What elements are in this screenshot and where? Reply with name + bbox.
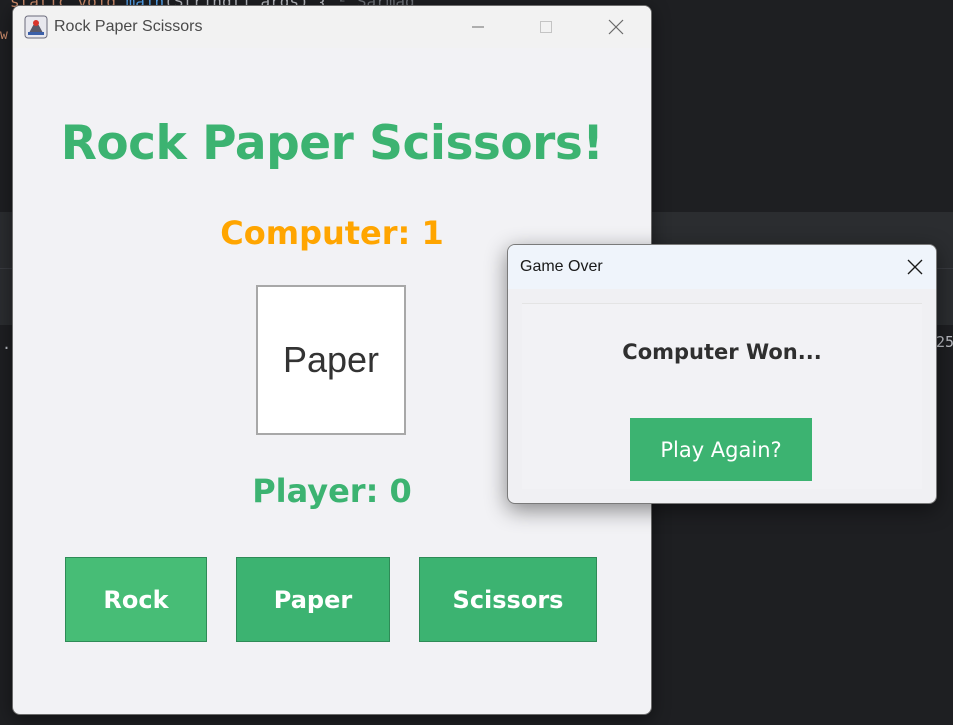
ide-side-letter: w [0,28,8,43]
game-over-dialog: Game Over Computer Won... Play Again? [507,244,937,504]
close-icon [608,19,624,35]
ide-right-number: 25 [936,333,953,351]
rock-button[interactable]: Rock [65,557,207,642]
close-button[interactable] [593,6,639,48]
computer-choice-box: Paper [256,285,406,435]
game-title: Rock Paper Scissors! [60,116,604,171]
dialog-close-button[interactable] [894,245,936,289]
maximize-icon [540,21,552,33]
minimize-icon [472,26,484,28]
ide-left-mark: . [2,335,12,353]
play-again-button[interactable]: Play Again? [630,418,812,481]
minimize-button[interactable] [455,6,501,48]
close-icon [907,259,923,275]
dialog-message: Computer Won... [622,340,822,364]
dialog-title: Game Over [520,258,603,275]
dialog-content: Computer Won... Play Again? [522,303,922,489]
java-app-icon [24,15,48,39]
computer-choice-label: Paper [282,339,380,380]
scissors-button[interactable]: Scissors [419,557,597,642]
main-titlebar[interactable]: Rock Paper Scissors [13,6,651,48]
window-title: Rock Paper Scissors [54,18,203,35]
maximize-button[interactable] [523,6,569,48]
paper-button[interactable]: Paper [236,557,390,642]
dialog-titlebar[interactable]: Game Over [508,245,936,289]
